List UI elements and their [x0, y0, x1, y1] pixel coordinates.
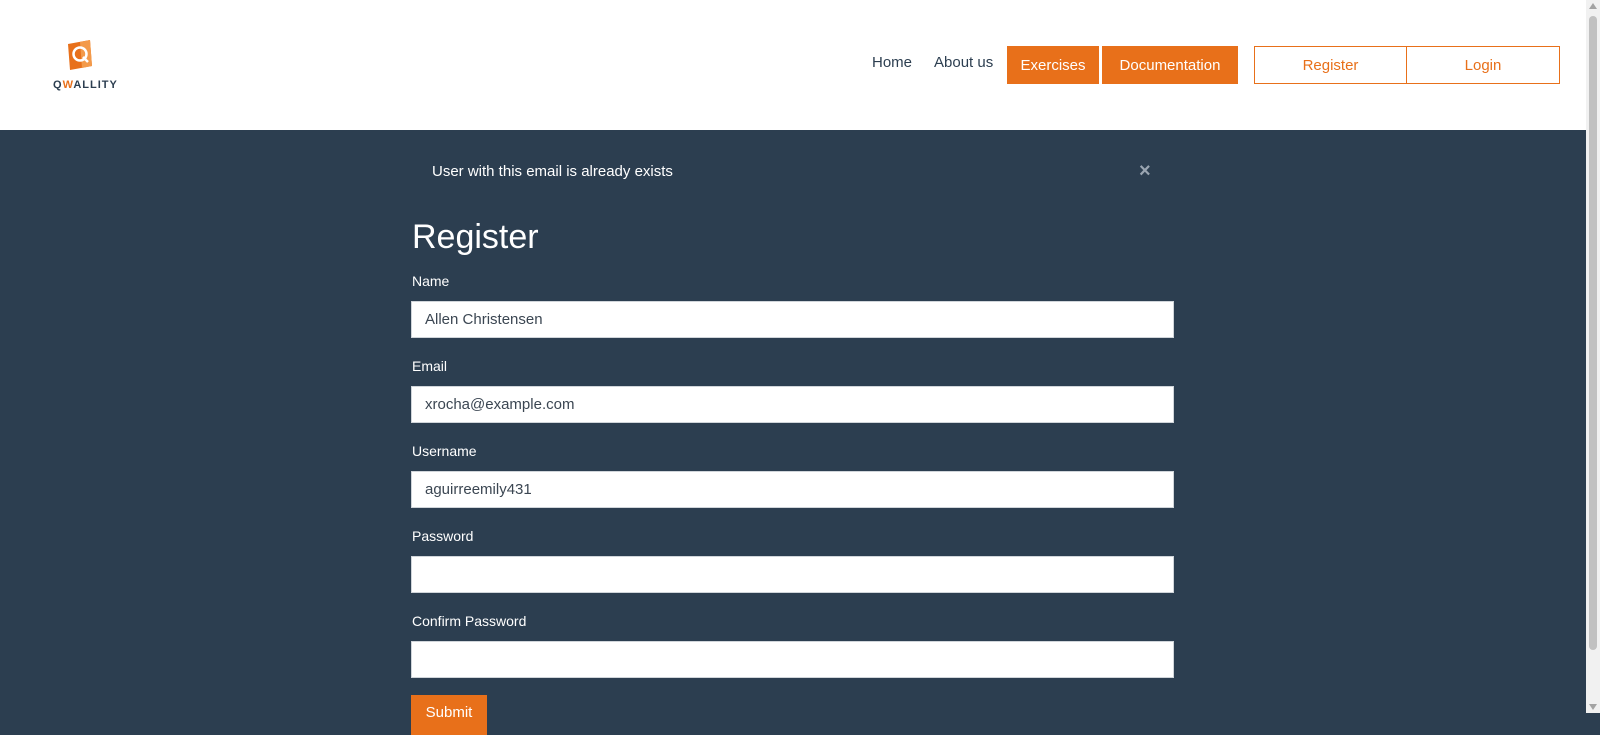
alert-message: User with this email is already exists [432, 163, 673, 180]
nav-login-button[interactable]: Login [1406, 46, 1560, 84]
nav-documentation-button[interactable]: Documentation [1102, 46, 1238, 84]
scroll-thumb[interactable] [1589, 16, 1597, 650]
close-icon[interactable]: × [1139, 161, 1151, 181]
confirm-password-label: Confirm Password [412, 613, 527, 629]
site-header: QWALLITY Home About us Exercises Documen… [0, 0, 1586, 130]
name-field[interactable] [411, 301, 1174, 338]
logo-wordmark: QWALLITY [53, 79, 118, 91]
qwallity-logo-icon [68, 40, 92, 70]
nav-exercises-button[interactable]: Exercises [1007, 46, 1099, 84]
page-scrollbar[interactable] [1586, 0, 1600, 713]
submit-button[interactable]: Submit [411, 695, 487, 735]
nav-register-button[interactable]: Register [1254, 46, 1407, 84]
email-field[interactable] [411, 386, 1174, 423]
password-label: Password [412, 528, 474, 544]
email-label: Email [412, 358, 448, 374]
page-title: Register [412, 218, 539, 256]
name-label: Name [412, 273, 450, 289]
password-field[interactable] [411, 556, 1174, 593]
nav-about-link[interactable]: About us [934, 54, 993, 71]
username-field[interactable] [411, 471, 1174, 508]
scroll-down-arrow-icon[interactable] [1589, 704, 1597, 710]
username-label: Username [412, 443, 477, 459]
scroll-up-arrow-icon[interactable] [1589, 3, 1597, 9]
confirm-password-field[interactable] [411, 641, 1174, 678]
nav-home-link[interactable]: Home [872, 54, 912, 71]
logo[interactable]: QWALLITY [50, 38, 120, 94]
